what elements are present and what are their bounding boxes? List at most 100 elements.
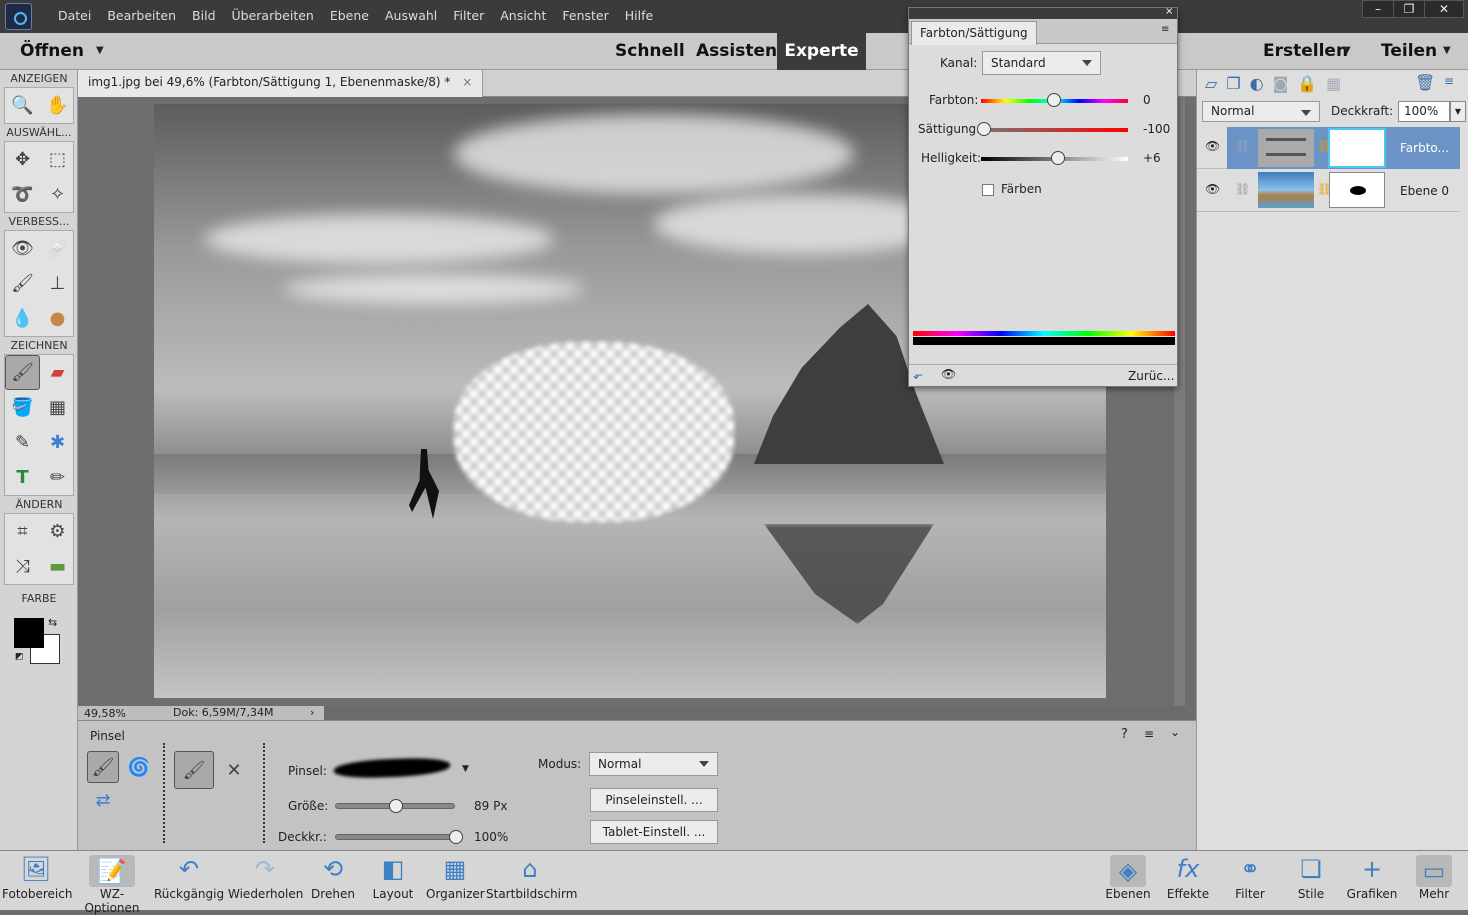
panel-menu-icon[interactable]: ≡	[1444, 74, 1454, 88]
foreground-color-swatch[interactable]	[14, 618, 44, 648]
crop-tool-icon[interactable]: ⌗	[5, 514, 40, 549]
mode-dropdown[interactable]: Normal	[589, 752, 718, 776]
visibility-eye-icon[interactable]: 👁	[1205, 139, 1220, 153]
link-icon[interactable]: ⛓	[1235, 182, 1250, 196]
status-menu-arrow[interactable]: ›	[310, 706, 314, 719]
move-tool-icon[interactable]: ✥	[5, 142, 40, 177]
lock-transparency-icon[interactable]: ▦	[1326, 74, 1341, 93]
brush-icon[interactable]: 🖌	[87, 751, 119, 783]
menu-ebene[interactable]: Ebene	[322, 8, 377, 23]
graphics-button[interactable]: + Grafiken	[1346, 851, 1398, 911]
collapse-chevron-icon[interactable]: ⌄	[1170, 725, 1180, 739]
hue-slider-knob[interactable]	[1047, 93, 1061, 107]
effects-button[interactable]: fx Effekte	[1164, 851, 1212, 911]
menu-ueberarbeiten[interactable]: Überarbeiten	[224, 8, 322, 23]
channel-dropdown[interactable]: Standard	[982, 51, 1101, 75]
eyedropper-icon[interactable]: ✎	[5, 425, 40, 460]
rotate-button[interactable]: ⟲ Drehen	[308, 851, 358, 911]
open-button[interactable]: Öffnen	[20, 41, 84, 61]
panel-menu-icon[interactable]: ≡	[1144, 727, 1154, 741]
layer-mask-thumbnail[interactable]	[1328, 128, 1386, 168]
menu-auswahl[interactable]: Auswahl	[377, 8, 445, 23]
saturation-slider[interactable]	[977, 122, 1128, 136]
adjustment-layer-icon[interactable]: ◐	[1250, 74, 1264, 93]
panel-menu-icon[interactable]: ≡	[1161, 24, 1169, 35]
lightness-slider-knob[interactable]	[1051, 151, 1065, 165]
undo-button[interactable]: ↶ Rückgängig	[154, 851, 224, 911]
mode-assistent[interactable]: Assistent	[696, 41, 785, 61]
brush-tool-icon[interactable]: 🖌	[5, 355, 40, 390]
home-screen-button[interactable]: ⌂ Startbildschirm	[486, 851, 577, 911]
chevron-down-icon[interactable]: ▼	[1343, 45, 1351, 56]
menu-ansicht[interactable]: Ansicht	[492, 8, 554, 23]
visibility-eye-icon[interactable]: 👁	[941, 367, 956, 381]
link-icon[interactable]: ⛓	[1235, 139, 1250, 153]
chevron-down-icon[interactable]: ▼	[1443, 45, 1451, 56]
layout-button[interactable]: ◧ Layout	[370, 851, 416, 911]
brush-preview[interactable]	[333, 756, 451, 780]
layers-button[interactable]: ◈ Ebenen	[1104, 851, 1152, 911]
lightness-slider[interactable]	[981, 151, 1128, 165]
airbrush-mode-icon[interactable]: 🖌	[174, 751, 214, 789]
color-replacement-icon[interactable]: ⇄	[87, 784, 119, 816]
brush-settings-button[interactable]: Pinseleinstell. ...	[590, 788, 718, 812]
size-slider[interactable]	[335, 799, 455, 813]
blend-mode-dropdown[interactable]: Normal	[1202, 101, 1320, 122]
mode-experte[interactable]: Experte	[777, 33, 866, 70]
menu-bearbeiten[interactable]: Bearbeiten	[99, 8, 184, 23]
pencil-tool-icon[interactable]: ✏	[40, 460, 75, 495]
styles-button[interactable]: ❏ Stile	[1287, 851, 1335, 911]
menu-filter[interactable]: Filter	[445, 8, 492, 23]
default-colors-icon[interactable]: ◩	[15, 652, 24, 662]
zoom-tool-icon[interactable]: 🔍	[5, 88, 40, 123]
hue-slider[interactable]	[981, 93, 1128, 107]
create-button[interactable]: Erstellen	[1263, 41, 1348, 61]
zoom-level[interactable]: 49,58%	[84, 707, 126, 720]
lock-all-icon[interactable]: 🔒	[1297, 74, 1317, 93]
menu-bild[interactable]: Bild	[184, 8, 223, 23]
type-tool-icon[interactable]: T	[5, 460, 40, 495]
opacity-dropdown-icon[interactable]: ▼	[1450, 101, 1466, 122]
panel-tab[interactable]: Farbton/Sättigung	[911, 21, 1037, 45]
custom-shape-icon[interactable]: ✱	[40, 425, 75, 460]
straighten-tool-icon[interactable]: ▬	[40, 549, 75, 584]
impressionist-brush-icon[interactable]: 🌀	[123, 751, 155, 783]
content-move-icon[interactable]: ⤨	[5, 549, 40, 584]
redo-button[interactable]: ↷ Wiederholen	[228, 851, 303, 911]
layer-row[interactable]: 👁 ⛓ ⛓ Farbto...	[1197, 127, 1460, 169]
help-icon[interactable]: ?	[1121, 727, 1128, 742]
opacity-slider-knob[interactable]	[449, 830, 463, 844]
layer-mask-thumbnail[interactable]	[1329, 172, 1385, 208]
paint-bucket-icon[interactable]: 🪣	[5, 390, 40, 425]
clone-stamp-icon[interactable]: ⊥	[40, 266, 75, 301]
marquee-tool-icon[interactable]: ⬚	[40, 142, 75, 177]
close-button[interactable]: ✕	[1424, 0, 1464, 18]
layer-row[interactable]: 👁 ⛓ ⛓ Ebene 0	[1197, 170, 1460, 212]
horizontal-scrollbar[interactable]	[324, 706, 1185, 720]
magic-wand-icon[interactable]: ✧	[40, 177, 75, 212]
opacity-slider[interactable]	[335, 830, 463, 844]
menu-hilfe[interactable]: Hilfe	[617, 8, 661, 23]
colorize-checkbox[interactable]	[982, 184, 994, 196]
mode-schnell[interactable]: Schnell	[615, 41, 685, 61]
document-tab[interactable]: img1.jpg bei 49,6% (Farbton/Sättigung 1,…	[78, 70, 484, 97]
healing-brush-icon[interactable]: 🩹	[40, 231, 75, 266]
saturation-slider-knob[interactable]	[977, 122, 991, 136]
tablet-mode-icon[interactable]: ✕	[218, 751, 250, 789]
recompose-tool-icon[interactable]: ⚙	[40, 514, 75, 549]
restore-button[interactable]: ❐	[1393, 0, 1425, 18]
clip-to-layer-icon[interactable]: ⬐	[913, 368, 923, 382]
sponge-tool-icon[interactable]: ●	[40, 301, 75, 336]
layer-opacity-input[interactable]: 100%	[1398, 101, 1450, 122]
new-layer-icon[interactable]: ▱	[1205, 74, 1217, 93]
more-button[interactable]: ▭ Mehr	[1410, 851, 1458, 911]
open-dropdown-icon[interactable]: ▼	[96, 45, 104, 56]
organizer-button[interactable]: ▦ Organizer	[426, 851, 485, 911]
smart-brush-icon[interactable]: 🖌	[5, 266, 40, 301]
eraser-tool-icon[interactable]: ▰	[40, 355, 75, 390]
brush-dropdown-icon[interactable]: ▼	[462, 764, 469, 774]
tool-options-button[interactable]: 📝 WZ-Optionen	[74, 851, 150, 915]
red-eye-tool-icon[interactable]: 👁	[5, 231, 40, 266]
photo-bin-button[interactable]: 🖼 Fotobereich	[2, 851, 72, 911]
tablet-settings-button[interactable]: Tablet-Einstell. ...	[590, 820, 718, 844]
